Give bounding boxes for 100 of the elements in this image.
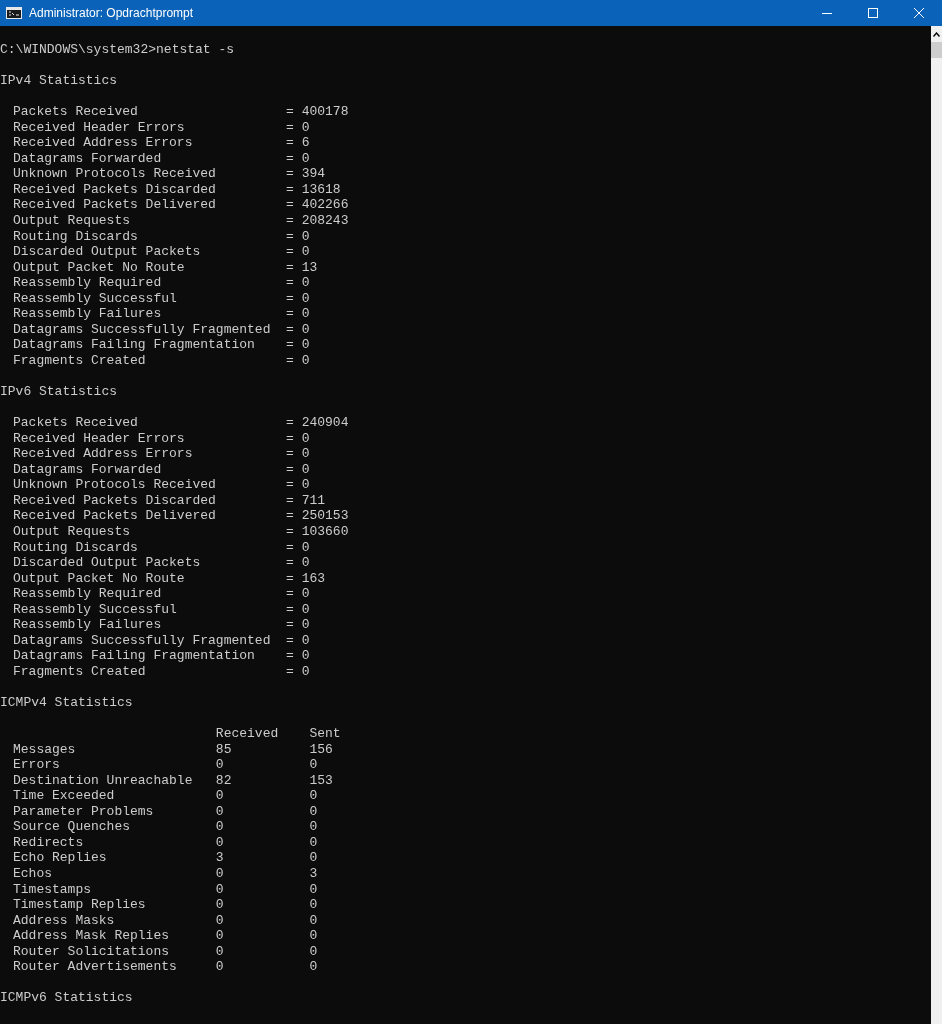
stat-label: Router Advertisements (13, 959, 178, 975)
stat-value: 0 (215, 834, 225, 851)
stat-value: = 0 (286, 244, 310, 260)
stat-value: = 0 (286, 648, 310, 664)
stat-value: 0 (309, 943, 318, 960)
stat-value: 3 (309, 866, 318, 882)
stat-label: Datagrams Successfully Fragmented (13, 632, 272, 649)
stat-label: Received Header Errors (13, 119, 186, 136)
stat-label: Unknown Protocols Received (13, 477, 217, 493)
section-heading: IPv6 Statistics (0, 384, 119, 400)
stat-value: = 250153 (286, 508, 349, 524)
stat-value: 0 (215, 928, 225, 944)
stat-label: Fragments Created (13, 663, 147, 680)
stat-value: = 0 (286, 337, 310, 353)
stat-label: Redirects (13, 834, 85, 851)
stat-value: 0 (309, 881, 318, 898)
stat-value: 82 (215, 772, 233, 789)
stat-value: = 0 (286, 150, 310, 167)
column-header: Sent (309, 726, 341, 742)
section-heading: IPv4 Statistics (0, 73, 119, 89)
close-icon (914, 8, 924, 18)
stat-value: = 0 (286, 586, 310, 602)
stat-value: 0 (215, 943, 225, 960)
stat-value: = 0 (286, 539, 310, 556)
stat-value: 0 (309, 803, 318, 820)
stat-value: = 0 (286, 119, 310, 136)
stat-label: Datagrams Failing Fragmentation (13, 648, 256, 664)
stat-value: = 103660 (286, 523, 349, 540)
stat-value: = 0 (286, 446, 310, 462)
section-heading: ICMPv4 Statistics (0, 694, 134, 711)
stat-value: = 0 (286, 352, 310, 369)
stat-label: Router Solicitations (13, 943, 171, 960)
section-heading: ICMPv6 Statistics (0, 990, 134, 1006)
stat-label: Output Requests (13, 523, 132, 540)
stat-label: Routing Discards (13, 539, 139, 556)
column-header: Received (215, 726, 280, 742)
stat-label: Timestamps (13, 881, 92, 898)
stat-label: Received Address Errors (13, 135, 194, 151)
stat-label: Reassembly Successful (13, 601, 178, 618)
stat-label: Output Packet No Route (13, 259, 186, 276)
stat-label: Datagrams Forwarded (13, 150, 163, 167)
stat-value: 0 (215, 959, 225, 975)
stat-value: 0 (309, 757, 318, 773)
stat-label: Reassembly Failures (13, 306, 163, 322)
stat-label: Datagrams Successfully Fragmented (13, 321, 272, 338)
stat-label: Discarded Output Packets (13, 244, 202, 260)
stat-label: Parameter Problems (13, 803, 155, 820)
stat-value: = 240904 (286, 415, 349, 431)
stat-label: Address Mask Replies (13, 928, 171, 944)
stat-value: = 394 (286, 166, 326, 182)
console-icon (6, 7, 22, 19)
stat-label: Datagrams Failing Fragmentation (13, 337, 256, 353)
stat-value: = 0 (286, 461, 310, 478)
window-title: Administrator: Opdrachtprompt (29, 6, 195, 20)
stat-label: Received Address Errors (13, 446, 194, 462)
stat-label: Fragments Created (13, 352, 147, 369)
stat-value: 0 (215, 881, 225, 898)
stat-value: = 711 (286, 492, 326, 509)
stat-value: 156 (309, 741, 333, 758)
stat-value: = 208243 (286, 213, 349, 229)
stat-label: Messages (13, 741, 77, 758)
stat-value: = 163 (286, 570, 326, 587)
stat-value: = 0 (286, 290, 310, 307)
stat-value: 0 (309, 834, 318, 851)
command-prompt: C:\WINDOWS\system32>netstat -s (0, 42, 236, 58)
stat-label: Datagrams Forwarded (13, 461, 163, 478)
scroll-up-icon[interactable] (933, 32, 940, 37)
stat-label: Packets Received (13, 104, 139, 120)
stat-value: 0 (215, 866, 225, 882)
stat-label: Packets Received (13, 415, 139, 431)
stat-value: 0 (215, 819, 225, 835)
stat-value: = 0 (286, 306, 310, 322)
stat-value: = 0 (286, 430, 310, 447)
stat-label: Echo Replies (13, 850, 108, 866)
stat-label: Reassembly Required (13, 586, 163, 602)
stat-value: = 0 (286, 228, 310, 245)
stat-label: Echos (13, 866, 53, 882)
stat-value: = 0 (286, 617, 310, 633)
stat-value: = 13618 (286, 181, 341, 198)
stat-label: Reassembly Successful (13, 290, 178, 307)
stat-label: Received Packets Discarded (13, 492, 217, 509)
scrollbar[interactable] (931, 26, 942, 1024)
stat-label: Received Packets Delivered (13, 197, 217, 213)
stat-value: 0 (215, 757, 225, 773)
stat-label: Destination Unreachable (13, 772, 194, 789)
stat-value: = 0 (286, 555, 310, 571)
stat-value: = 13 (286, 259, 318, 276)
stat-value: = 402266 (286, 197, 349, 213)
stat-value: 0 (215, 788, 225, 804)
stat-value: 0 (309, 959, 318, 975)
stat-label: Received Header Errors (13, 430, 186, 447)
stat-label: Output Packet No Route (13, 570, 186, 587)
stat-value: 153 (309, 772, 333, 789)
maximize-icon (868, 8, 878, 18)
stat-value: = 0 (286, 632, 310, 649)
stat-label: Output Requests (13, 213, 132, 229)
stat-label: Received Packets Delivered (13, 508, 217, 524)
stat-value: 0 (215, 803, 225, 820)
scrollbar-thumb[interactable] (931, 42, 942, 58)
stat-value: 0 (309, 819, 318, 835)
